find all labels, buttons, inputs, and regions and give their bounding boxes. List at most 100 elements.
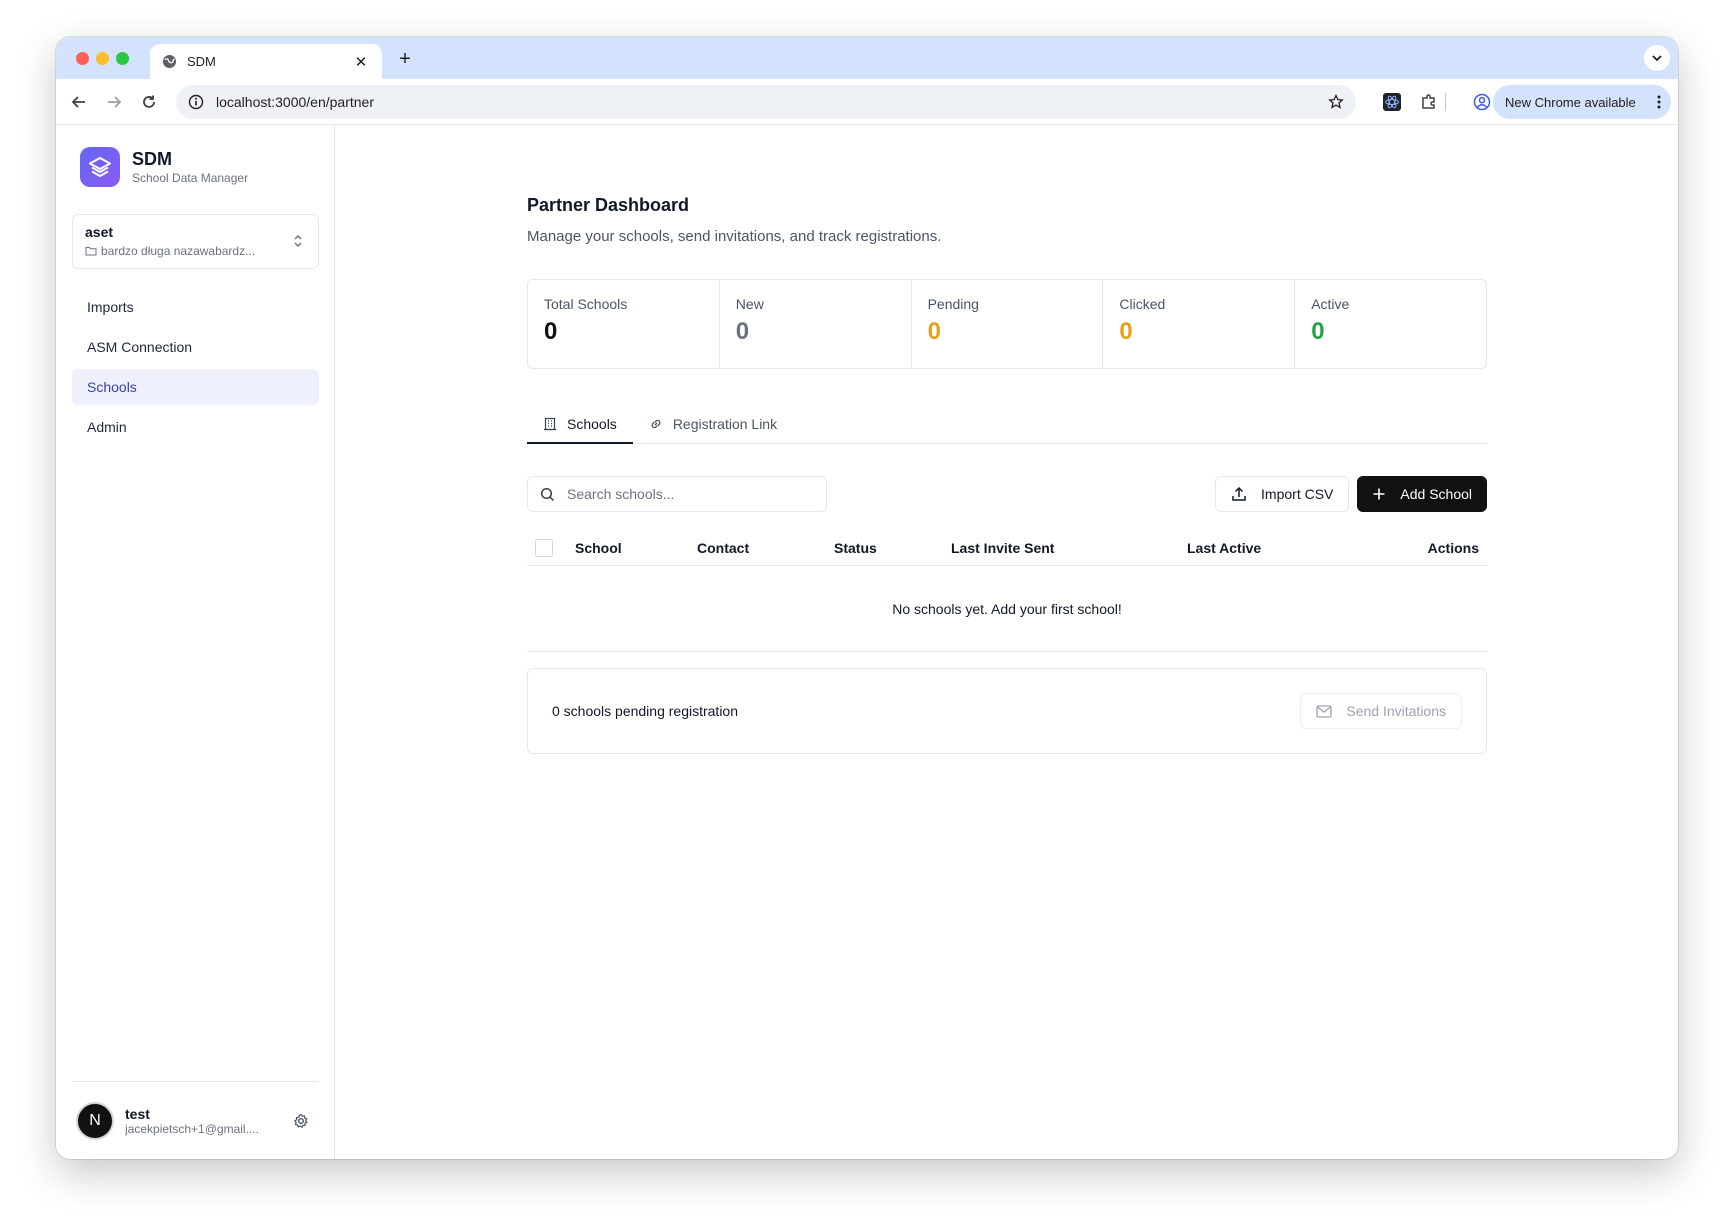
stats-panel: Total Schools 0 New 0 Pending 0 Clicked … bbox=[527, 279, 1487, 369]
browser-toolbar: localhost:3000/en/partner New Chrome ava… bbox=[56, 79, 1678, 125]
select-all-checkbox[interactable] bbox=[535, 538, 553, 557]
layers-icon bbox=[89, 157, 111, 177]
column-header-actions: Actions bbox=[1427, 539, 1479, 556]
tab-registration-link-label: Registration Link bbox=[672, 415, 778, 432]
tab-registration-link[interactable]: Registration Link bbox=[633, 404, 793, 443]
react-devtools-extension-icon[interactable] bbox=[1381, 91, 1403, 113]
sidebar-item-imports[interactable]: Imports bbox=[72, 289, 319, 325]
dashboard-tabs: Schools Registration Link bbox=[527, 404, 1487, 444]
profile-icon bbox=[1473, 93, 1491, 111]
brand-subtitle: School Data Manager bbox=[132, 171, 249, 185]
profile-button[interactable] bbox=[1471, 91, 1493, 113]
tab-close-icon[interactable]: ✕ bbox=[352, 53, 370, 71]
back-button[interactable] bbox=[67, 90, 91, 114]
search-input[interactable] bbox=[567, 486, 814, 502]
user-profile: N test jacekpietsch+1@gmail.... bbox=[72, 1081, 318, 1159]
sidebar-item-admin[interactable]: Admin bbox=[72, 409, 319, 445]
building-icon bbox=[544, 417, 556, 430]
address-bar[interactable]: localhost:3000/en/partner bbox=[176, 85, 1356, 119]
workspace-name: aset bbox=[85, 224, 114, 240]
stat-value: 0 bbox=[735, 318, 750, 345]
stat-label: Total Schools bbox=[544, 296, 628, 312]
stat-label: Pending bbox=[927, 296, 979, 312]
page-title: Partner Dashboard bbox=[527, 195, 690, 215]
reload-icon bbox=[143, 95, 155, 108]
plus-icon bbox=[1373, 488, 1385, 500]
column-header-contact[interactable]: Contact bbox=[697, 540, 834, 556]
brand-logo bbox=[80, 147, 120, 187]
stat-label: Active bbox=[1311, 296, 1350, 312]
stat-label: Clicked bbox=[1119, 296, 1166, 312]
tab-bar: SDM ✕ + bbox=[56, 37, 1678, 79]
forward-button[interactable] bbox=[102, 90, 126, 114]
workspace-path-label: bardzo długa nazawabardz... bbox=[101, 244, 256, 258]
puzzle-icon bbox=[1422, 94, 1435, 109]
brand: SDM School Data Manager bbox=[80, 147, 248, 187]
avatar[interactable]: N bbox=[76, 1101, 114, 1140]
tab-schools[interactable]: Schools bbox=[527, 404, 633, 444]
arrow-left-icon bbox=[71, 96, 85, 108]
stat-value: 0 bbox=[1119, 318, 1133, 345]
workspace-path: bardzo długa nazawabardz... bbox=[85, 244, 306, 258]
table-header: School Contact Status Last Invite Sent L… bbox=[527, 530, 1487, 566]
globe-icon bbox=[162, 54, 177, 69]
send-invitations-label: Send Invitations bbox=[1346, 703, 1446, 719]
reload-button[interactable] bbox=[137, 90, 161, 114]
pending-registration-card: 0 schools pending registration Send Invi… bbox=[527, 668, 1487, 754]
close-window-button[interactable] bbox=[76, 52, 89, 65]
main-content: Partner Dashboard Manage your schools, s… bbox=[335, 125, 1678, 1159]
toolbar-separator bbox=[1445, 93, 1446, 111]
chrome-update-button[interactable]: New Chrome available bbox=[1493, 85, 1671, 119]
sidebar-item-asm-connection[interactable]: ASM Connection bbox=[72, 329, 319, 365]
sidebar: SDM School Data Manager aset bardzo dług… bbox=[56, 125, 335, 1159]
import-csv-label: Import CSV bbox=[1261, 486, 1334, 502]
extensions-button[interactable] bbox=[1418, 91, 1440, 113]
stat-active: Active 0 bbox=[1295, 280, 1486, 368]
browser-tab[interactable]: SDM ✕ bbox=[150, 44, 382, 79]
column-header-status[interactable]: Status bbox=[834, 540, 951, 556]
link-icon bbox=[651, 419, 661, 428]
brand-name: SDM bbox=[132, 149, 172, 169]
stat-clicked: Clicked 0 bbox=[1103, 280, 1296, 368]
minimize-window-button[interactable] bbox=[96, 52, 109, 65]
sidebar-nav: Imports ASM Connection Schools Admin bbox=[72, 289, 319, 449]
import-csv-button[interactable]: Import CSV bbox=[1215, 476, 1350, 512]
tab-schools-label: Schools bbox=[567, 415, 617, 432]
workspace-switcher[interactable]: aset bardzo długa nazawabardz... bbox=[72, 214, 319, 269]
browser-window: SDM ✕ + localhost:3000/en/partner New Ch… bbox=[56, 37, 1678, 1159]
user-email: jacekpietsch+1@gmail.... bbox=[125, 1121, 259, 1136]
schools-toolbar: Import CSV Add School bbox=[527, 476, 1487, 512]
column-header-school[interactable]: School bbox=[575, 540, 697, 556]
stat-total-schools: Total Schools 0 bbox=[528, 280, 720, 368]
gear-icon bbox=[294, 1113, 308, 1128]
site-info-icon[interactable] bbox=[188, 94, 204, 110]
send-invitations-button[interactable]: Send Invitations bbox=[1300, 693, 1462, 729]
app-root: SDM School Data Manager aset bardzo dług… bbox=[56, 125, 1678, 1159]
tab-title: SDM bbox=[187, 54, 216, 69]
stat-value: 0 bbox=[544, 318, 558, 345]
user-name: test bbox=[125, 1105, 150, 1122]
sidebar-item-schools[interactable]: Schools bbox=[72, 369, 319, 405]
add-school-button[interactable]: Add School bbox=[1357, 476, 1487, 512]
chevron-down-icon bbox=[1652, 55, 1662, 62]
search-box[interactable] bbox=[527, 476, 827, 512]
settings-button[interactable] bbox=[288, 1108, 314, 1134]
stat-new: New 0 bbox=[720, 280, 912, 368]
column-header-last-active[interactable]: Last Active bbox=[1187, 540, 1337, 556]
url-text[interactable]: localhost:3000/en/partner bbox=[216, 94, 1328, 110]
tab-search-button[interactable] bbox=[1644, 45, 1670, 71]
bookmark-star-icon[interactable] bbox=[1328, 94, 1344, 110]
stat-value: 0 bbox=[927, 318, 941, 345]
upload-icon bbox=[1232, 486, 1246, 501]
maximize-window-button[interactable] bbox=[116, 52, 129, 65]
add-school-label: Add School bbox=[1400, 486, 1472, 502]
new-tab-button[interactable]: + bbox=[392, 46, 418, 72]
page-subtitle: Manage your schools, send invitations, a… bbox=[527, 228, 942, 245]
stat-value: 0 bbox=[1311, 318, 1325, 345]
mail-icon bbox=[1316, 704, 1333, 718]
column-header-last-invite-sent[interactable]: Last Invite Sent bbox=[951, 540, 1187, 556]
stat-pending: Pending 0 bbox=[912, 280, 1104, 368]
stat-label: New bbox=[735, 296, 764, 312]
kebab-menu-icon bbox=[1657, 95, 1661, 109]
atom-icon bbox=[1383, 93, 1401, 111]
